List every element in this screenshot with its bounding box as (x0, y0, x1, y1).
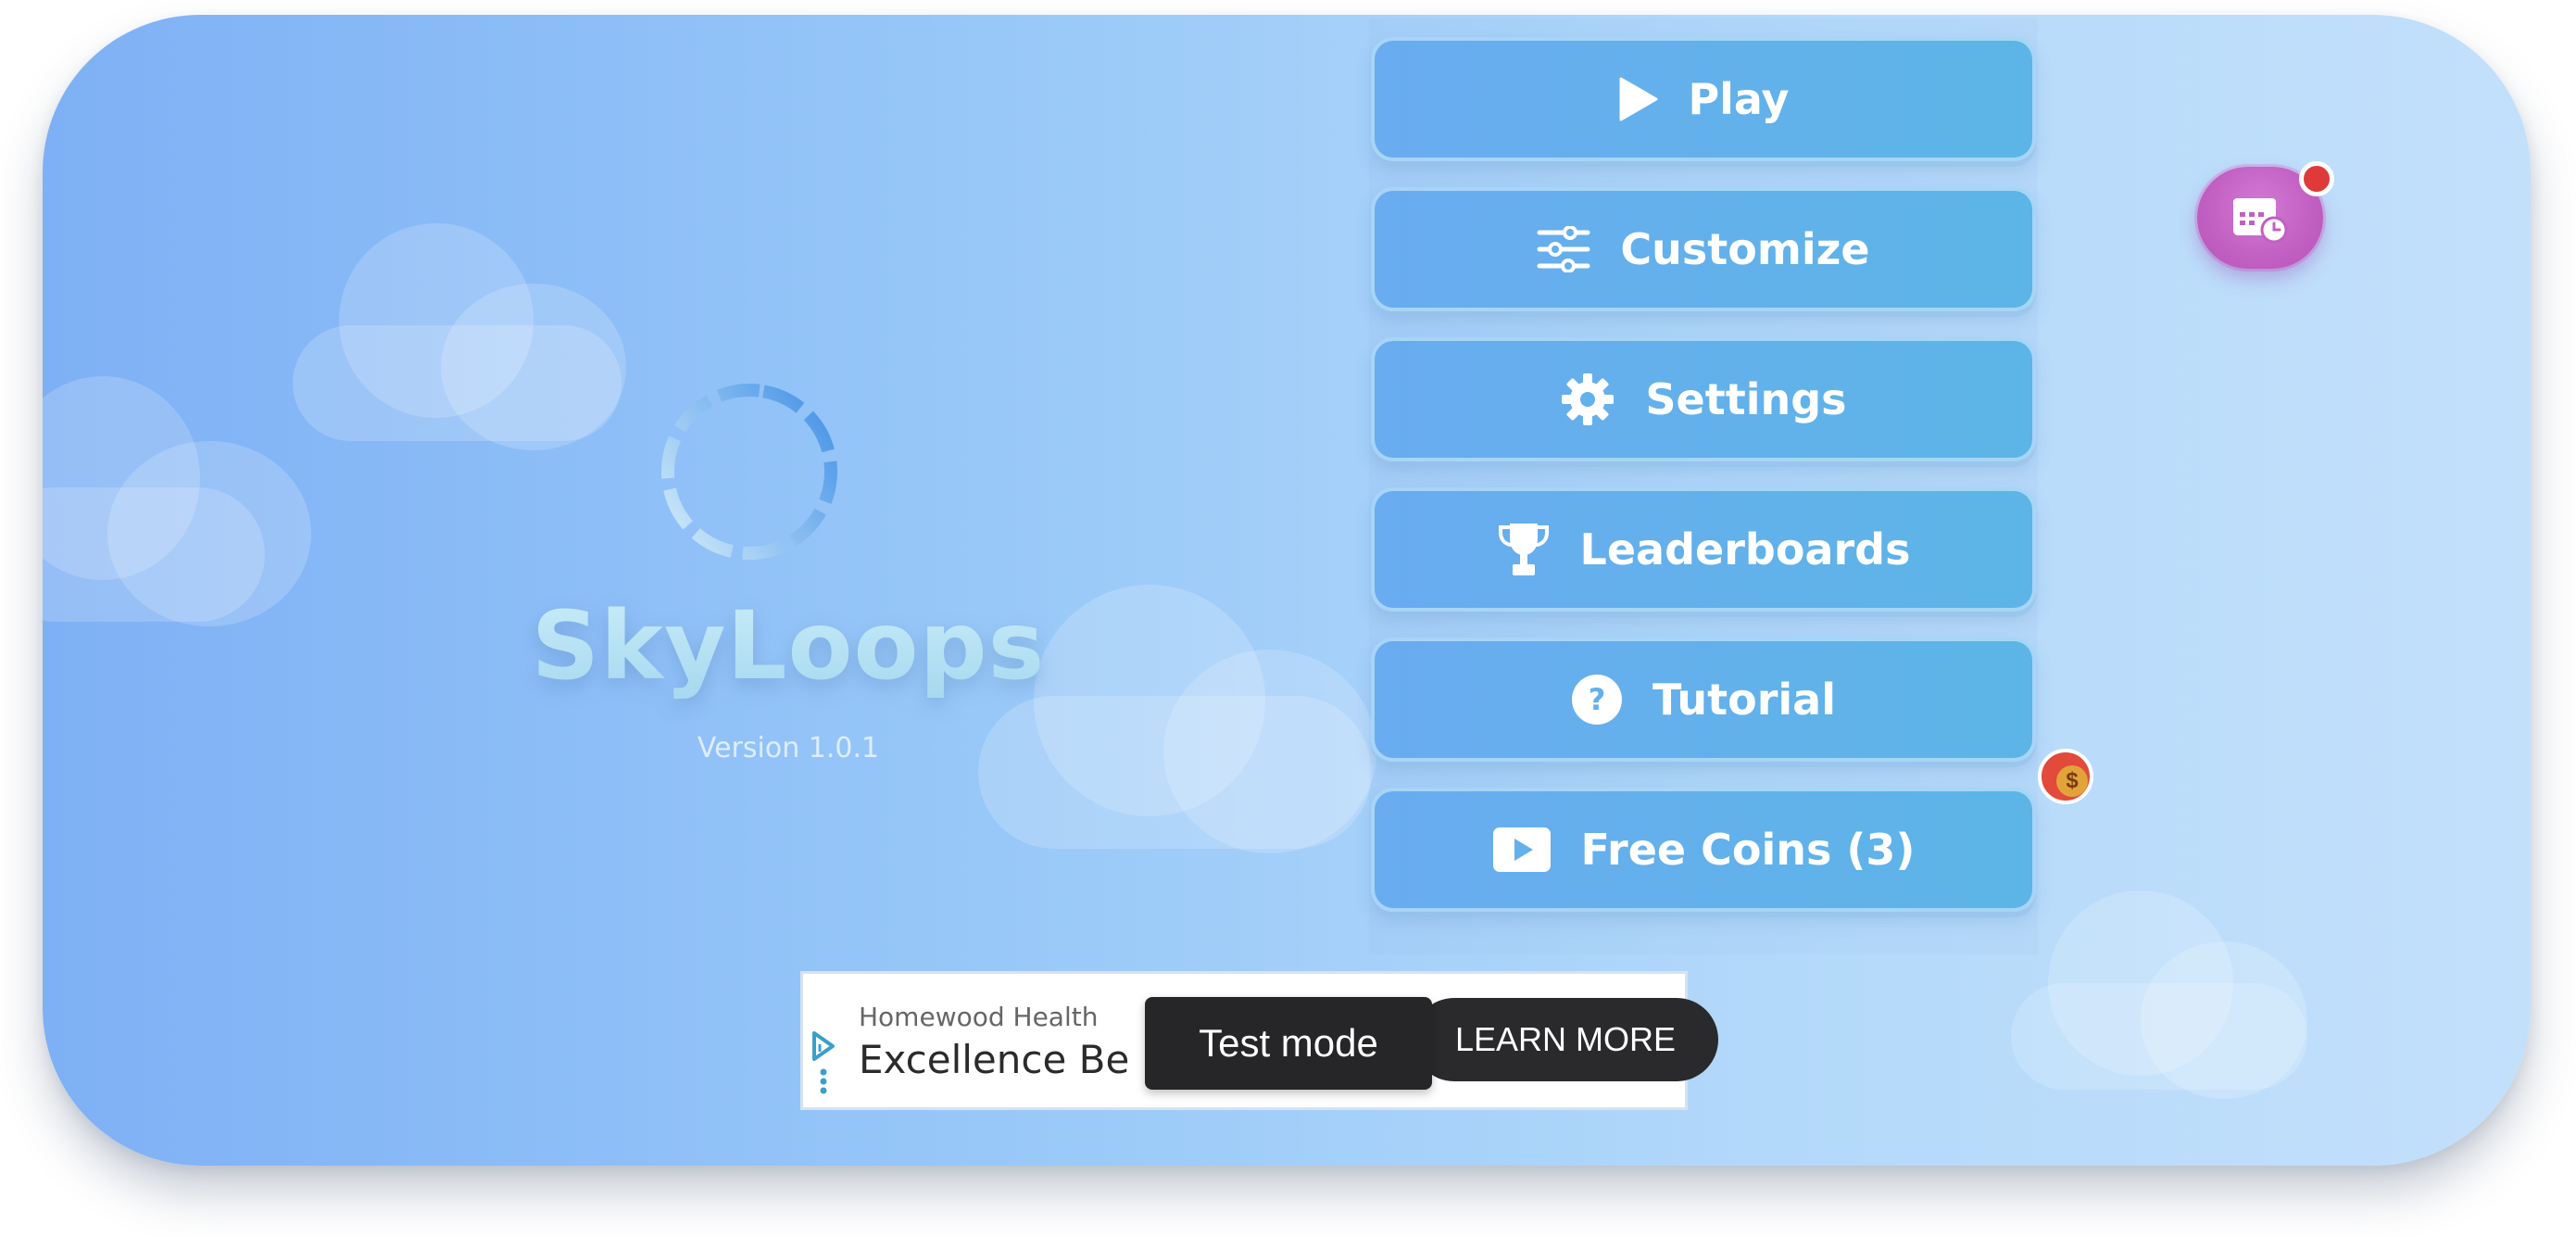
play-button[interactable]: Play (1371, 37, 2036, 161)
ad-headline: Excellence Be (859, 1037, 1130, 1082)
tutorial-button-label: Tutorial (1652, 675, 1836, 725)
coin-icon: $ (2038, 749, 2093, 804)
svg-text:?: ? (1589, 682, 1606, 717)
cloud-decoration (43, 376, 311, 636)
leaderboards-button[interactable]: Leaderboards (1371, 487, 2036, 612)
calendar-clock-icon (2233, 198, 2288, 243)
learn-more-button[interactable]: LEARN MORE (1413, 998, 1718, 1081)
ad-advertiser: Homewood Health (859, 1002, 1099, 1032)
cloud-decoration (293, 223, 626, 455)
gear-icon (1560, 372, 1615, 427)
play-icon (1617, 77, 1658, 121)
free-coins-button[interactable]: Free Coins (3) (1371, 788, 2036, 912)
ad-choices-icon[interactable] (810, 1024, 836, 1098)
question-icon: ? (1571, 674, 1623, 726)
sliders-icon (1537, 226, 1590, 272)
video-play-icon (1492, 827, 1552, 873)
leaderboards-button-label: Leaderboards (1579, 524, 1911, 574)
test-mode-label: Test mode (1145, 997, 1432, 1090)
notification-badge (2299, 161, 2334, 196)
cloud-decoration (2011, 890, 2317, 1104)
coin-symbol: $ (2056, 765, 2088, 797)
tutorial-button[interactable]: ? Tutorial (1371, 637, 2036, 762)
trophy-icon (1497, 522, 1551, 577)
customize-button-label: Customize (1620, 224, 1870, 274)
customize-button[interactable]: Customize (1371, 187, 2036, 311)
free-coins-button-label: Free Coins (3) (1580, 825, 1916, 875)
settings-button[interactable]: Settings (1371, 337, 2036, 461)
game-title: SkyLoops (469, 591, 1108, 701)
settings-button-label: Settings (1645, 374, 1847, 424)
play-button-label: Play (1688, 74, 1790, 124)
loading-spinner-icon (661, 384, 837, 560)
version-label: Version 1.0.1 (697, 732, 880, 764)
